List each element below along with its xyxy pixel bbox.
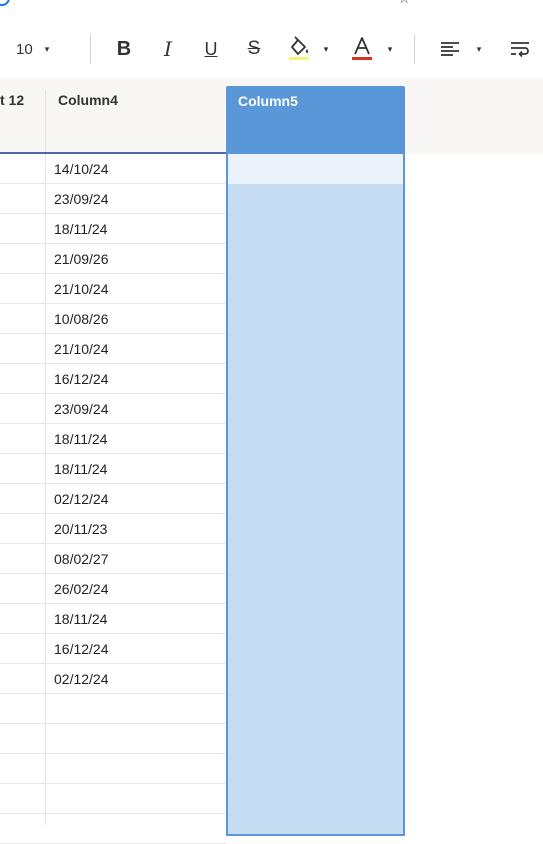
column4-cell[interactable]: 23/09/24 [54, 184, 109, 214]
row-divider [0, 783, 226, 784]
row-divider [0, 693, 226, 694]
chevron-down-icon: ▾ [323, 43, 329, 54]
row-divider [0, 753, 226, 754]
column4-cell[interactable]: 18/11/24 [54, 604, 107, 634]
column5-header[interactable]: Column5 [226, 86, 405, 154]
row-divider [0, 243, 226, 244]
row-divider [0, 393, 226, 394]
row-divider [0, 183, 226, 184]
bold-button[interactable]: B [110, 20, 138, 78]
column5-selection[interactable] [226, 154, 405, 836]
row-divider [0, 213, 226, 214]
row-divider [0, 603, 226, 604]
align-button[interactable] [436, 20, 464, 78]
column4-cell[interactable]: 14/10/24 [54, 154, 109, 184]
bold-icon: B [116, 37, 132, 60]
header-bottom-border [0, 152, 226, 154]
underline-icon: U [204, 38, 218, 59]
column5-header-label: Column5 [238, 93, 298, 109]
row-divider [0, 663, 226, 664]
text-color-swatch [352, 57, 372, 60]
column4-cell[interactable]: 10/08/26 [54, 304, 109, 334]
column4-cell[interactable]: 21/09/26 [54, 244, 109, 274]
column4-cell[interactable]: 18/11/24 [54, 454, 107, 484]
row-divider [0, 333, 226, 334]
chevron-down-icon: ▾ [44, 43, 50, 54]
app-logo-icon [0, 0, 10, 6]
fill-color-button[interactable] [284, 20, 314, 78]
column4-cell[interactable]: 23/09/24 [54, 394, 109, 424]
top-strip: ☆ [0, 0, 543, 10]
text-color-button[interactable] [347, 20, 377, 78]
column4-cell[interactable]: 21/10/24 [54, 274, 109, 304]
underline-button[interactable]: U [197, 20, 225, 78]
column4-cell[interactable]: 02/12/24 [54, 484, 109, 514]
align-left-icon [441, 42, 459, 56]
strikethrough-button[interactable]: S [240, 20, 268, 78]
row-divider [0, 633, 226, 634]
active-cell[interactable] [228, 154, 403, 184]
column4-cell[interactable]: 18/11/24 [54, 424, 107, 454]
row-divider [0, 483, 226, 484]
italic-icon: I [164, 37, 172, 61]
column4-cell[interactable]: 08/02/27 [54, 544, 109, 574]
text-color-dropdown[interactable]: ▾ [382, 20, 398, 78]
column4-cell[interactable]: 16/12/24 [54, 364, 109, 394]
row-divider [0, 543, 226, 544]
column-header-partial[interactable]: t 12 [0, 92, 24, 108]
fill-color-dropdown[interactable]: ▾ [318, 20, 334, 78]
strikethrough-icon: S [247, 38, 261, 59]
column4-cell[interactable]: 20/11/23 [54, 514, 107, 544]
row-divider [0, 273, 226, 274]
paint-bucket-icon [289, 36, 309, 60]
column4-cell[interactable]: 26/02/24 [54, 574, 109, 604]
row-divider [0, 453, 226, 454]
toolbar-divider [414, 34, 415, 64]
row-divider [0, 573, 226, 574]
column4-cell[interactable]: 18/11/24 [54, 214, 107, 244]
align-dropdown[interactable]: ▾ [471, 20, 487, 78]
column4-header[interactable]: Column4 [58, 92, 118, 108]
wrap-text-icon [511, 42, 529, 58]
toolbar-divider [90, 34, 91, 64]
column4-cell[interactable]: 02/12/24 [54, 664, 109, 694]
column4-cell[interactable]: 16/12/24 [54, 634, 109, 664]
column-divider [45, 90, 46, 825]
fill-color-swatch [289, 57, 309, 60]
chevron-down-icon: ▾ [387, 43, 393, 54]
row-divider [0, 303, 226, 304]
font-size-value: 10 [16, 40, 33, 58]
row-divider [0, 513, 226, 514]
row-divider [0, 813, 226, 814]
row-divider [0, 363, 226, 364]
star-icon[interactable]: ☆ [398, 0, 411, 5]
font-size-dropdown[interactable]: 10 ▾ [16, 20, 68, 78]
text-color-icon [352, 37, 372, 60]
italic-button[interactable]: I [154, 20, 182, 78]
column4-cell[interactable]: 21/10/24 [54, 334, 109, 364]
wrap-text-button[interactable] [506, 20, 534, 78]
chevron-down-icon: ▾ [476, 43, 482, 54]
row-divider [0, 723, 226, 724]
row-divider [0, 423, 226, 424]
format-toolbar: 10 ▾ B I U S ▾ ▾ ▾ [0, 20, 543, 78]
